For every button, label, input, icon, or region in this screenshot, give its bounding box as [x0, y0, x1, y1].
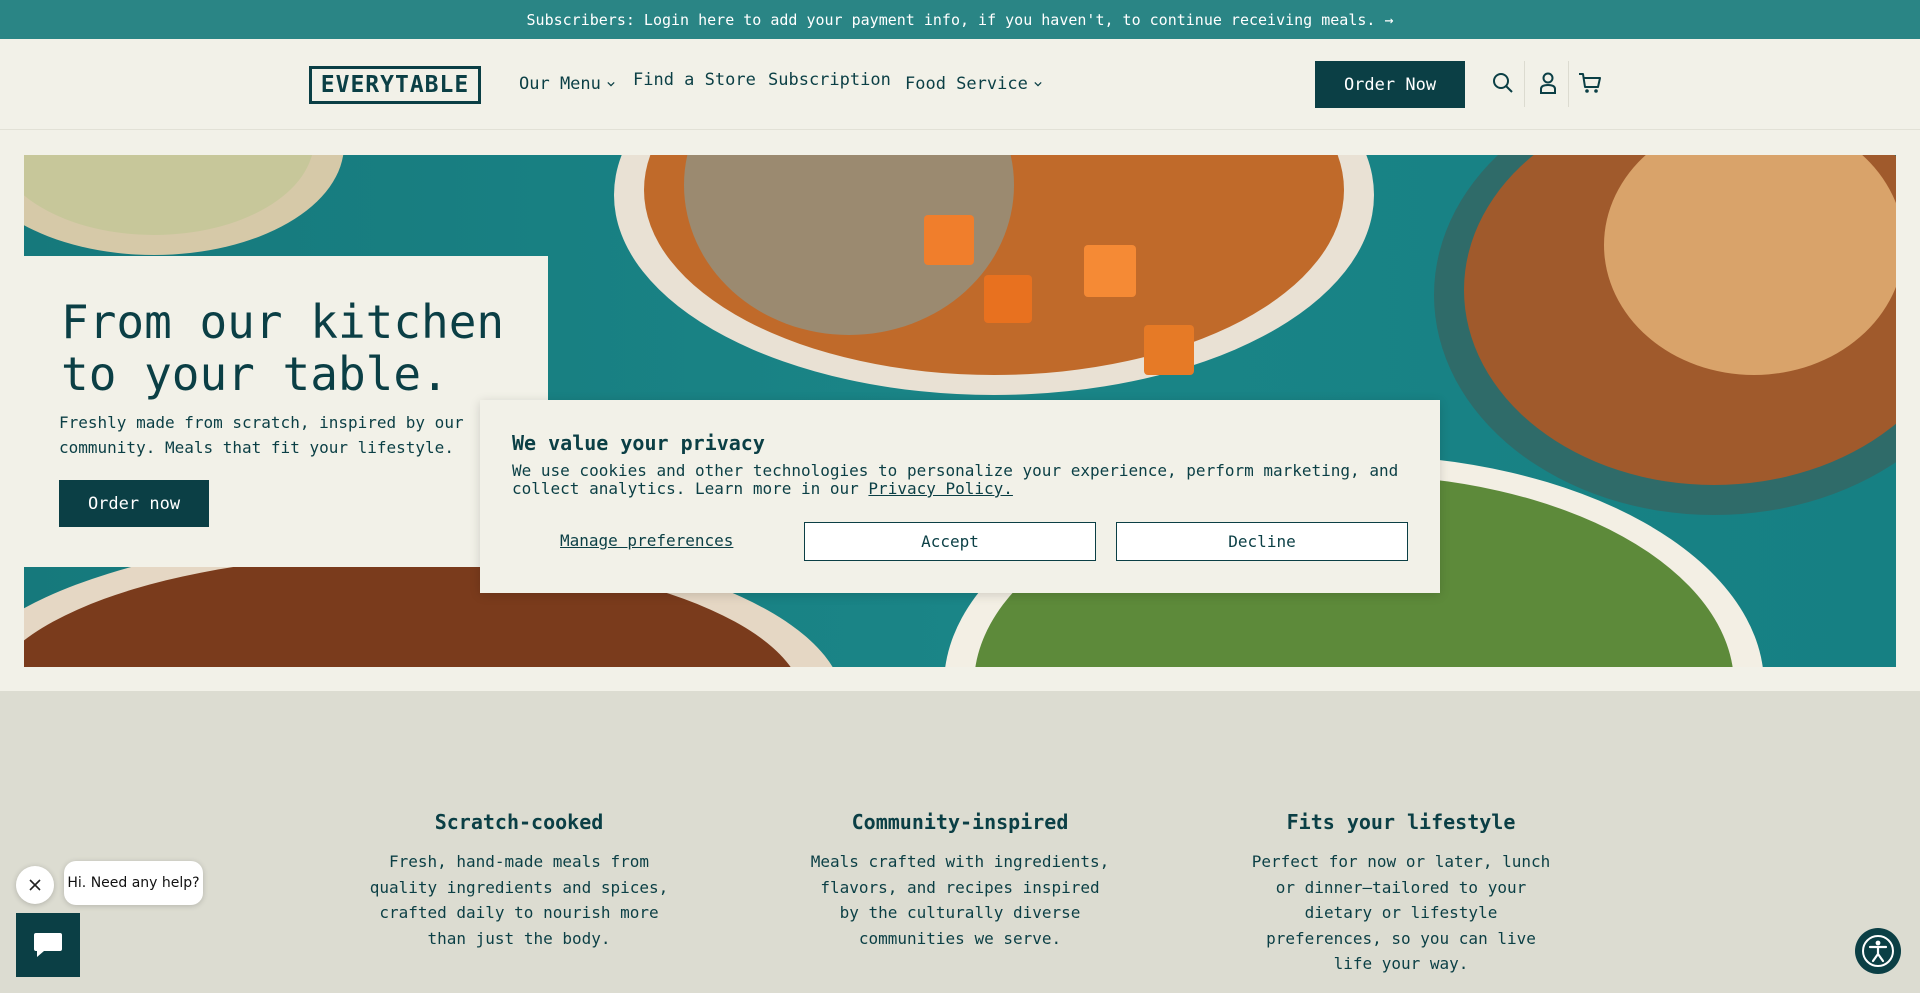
- chat-launcher-button[interactable]: [16, 913, 80, 977]
- feature-text: Meals crafted with ingredients, flavors,…: [810, 852, 1110, 948]
- food-image: [984, 275, 1032, 323]
- food-image: [924, 215, 974, 265]
- nav-our-menu[interactable]: Our Menu: [519, 74, 615, 94]
- food-image: [1084, 245, 1136, 297]
- privacy-body: We use cookies and other technologies to…: [512, 462, 1412, 498]
- site-header: EVERYTABLE Our Menu Find a Store Subscri…: [0, 39, 1920, 130]
- nav-subscription-label: Subscription: [768, 70, 891, 90]
- account-icon[interactable]: [1535, 70, 1561, 96]
- chevron-down-icon: [1034, 81, 1042, 87]
- manage-preferences-link[interactable]: Manage preferences: [560, 531, 733, 550]
- privacy-policy-link[interactable]: Privacy Policy.: [868, 479, 1013, 498]
- chat-greeting-text: Hi. Need any help?: [67, 875, 200, 891]
- nav-food-service[interactable]: Food Service: [905, 74, 1042, 94]
- feature-text: Fresh, hand-made meals from quality ingr…: [369, 852, 669, 948]
- nav-find-a-store[interactable]: Find a Store: [633, 70, 756, 90]
- close-icon: [29, 879, 41, 891]
- cookie-consent-dialog: We value your privacy We use cookies and…: [480, 400, 1440, 593]
- announcement-bar[interactable]: Subscribers: Login here to add your paym…: [0, 0, 1920, 39]
- feature-text: Perfect for now or later, lunch or dinne…: [1251, 852, 1551, 973]
- cart-icon[interactable]: [1577, 70, 1603, 96]
- nav-food-service-label: Food Service: [905, 74, 1028, 94]
- nav-subscription[interactable]: Subscription: [768, 70, 891, 90]
- feature-card: Community-inspired Meals crafted with in…: [810, 810, 1110, 951]
- hero-title: From our kitchen to your table.: [61, 295, 505, 401]
- chat-greeting-bubble[interactable]: Hi. Need any help?: [64, 861, 203, 905]
- chat-icon: [34, 933, 62, 957]
- nav-our-menu-label: Our Menu: [519, 74, 601, 94]
- header-divider: [1524, 61, 1525, 107]
- feature-title: Scratch-cooked: [434, 810, 604, 834]
- chat-close-button[interactable]: [16, 866, 54, 904]
- food-image: [1144, 325, 1194, 375]
- order-now-button[interactable]: Order Now: [1315, 61, 1465, 108]
- nav-find-a-store-label: Find a Store: [633, 70, 756, 90]
- decline-button[interactable]: Decline: [1116, 522, 1408, 561]
- accept-button[interactable]: Accept: [804, 522, 1096, 561]
- feature-title: Fits your lifestyle: [1286, 810, 1516, 834]
- logo[interactable]: EVERYTABLE: [309, 66, 481, 104]
- hero-card: From our kitchen to your table. Freshly …: [24, 256, 548, 567]
- features-section: Scratch-cooked Fresh, hand-made meals fr…: [0, 691, 1920, 993]
- hero-order-button[interactable]: Order now: [59, 480, 209, 527]
- feature-card: Scratch-cooked Fresh, hand-made meals fr…: [369, 810, 669, 951]
- hero-subtitle: Freshly made from scratch, inspired by o…: [59, 413, 464, 457]
- feature-card: Fits your lifestyle Perfect for now or l…: [1251, 810, 1551, 977]
- search-icon[interactable]: [1490, 70, 1516, 96]
- announcement-text[interactable]: Subscribers: Login here to add your paym…: [527, 11, 1394, 29]
- accessibility-button[interactable]: [1855, 928, 1901, 974]
- feature-title: Community-inspired: [851, 810, 1069, 834]
- privacy-title: We value your privacy: [512, 431, 765, 455]
- chevron-down-icon: [607, 81, 615, 87]
- header-divider: [1568, 61, 1569, 107]
- accessibility-icon: [1862, 935, 1894, 967]
